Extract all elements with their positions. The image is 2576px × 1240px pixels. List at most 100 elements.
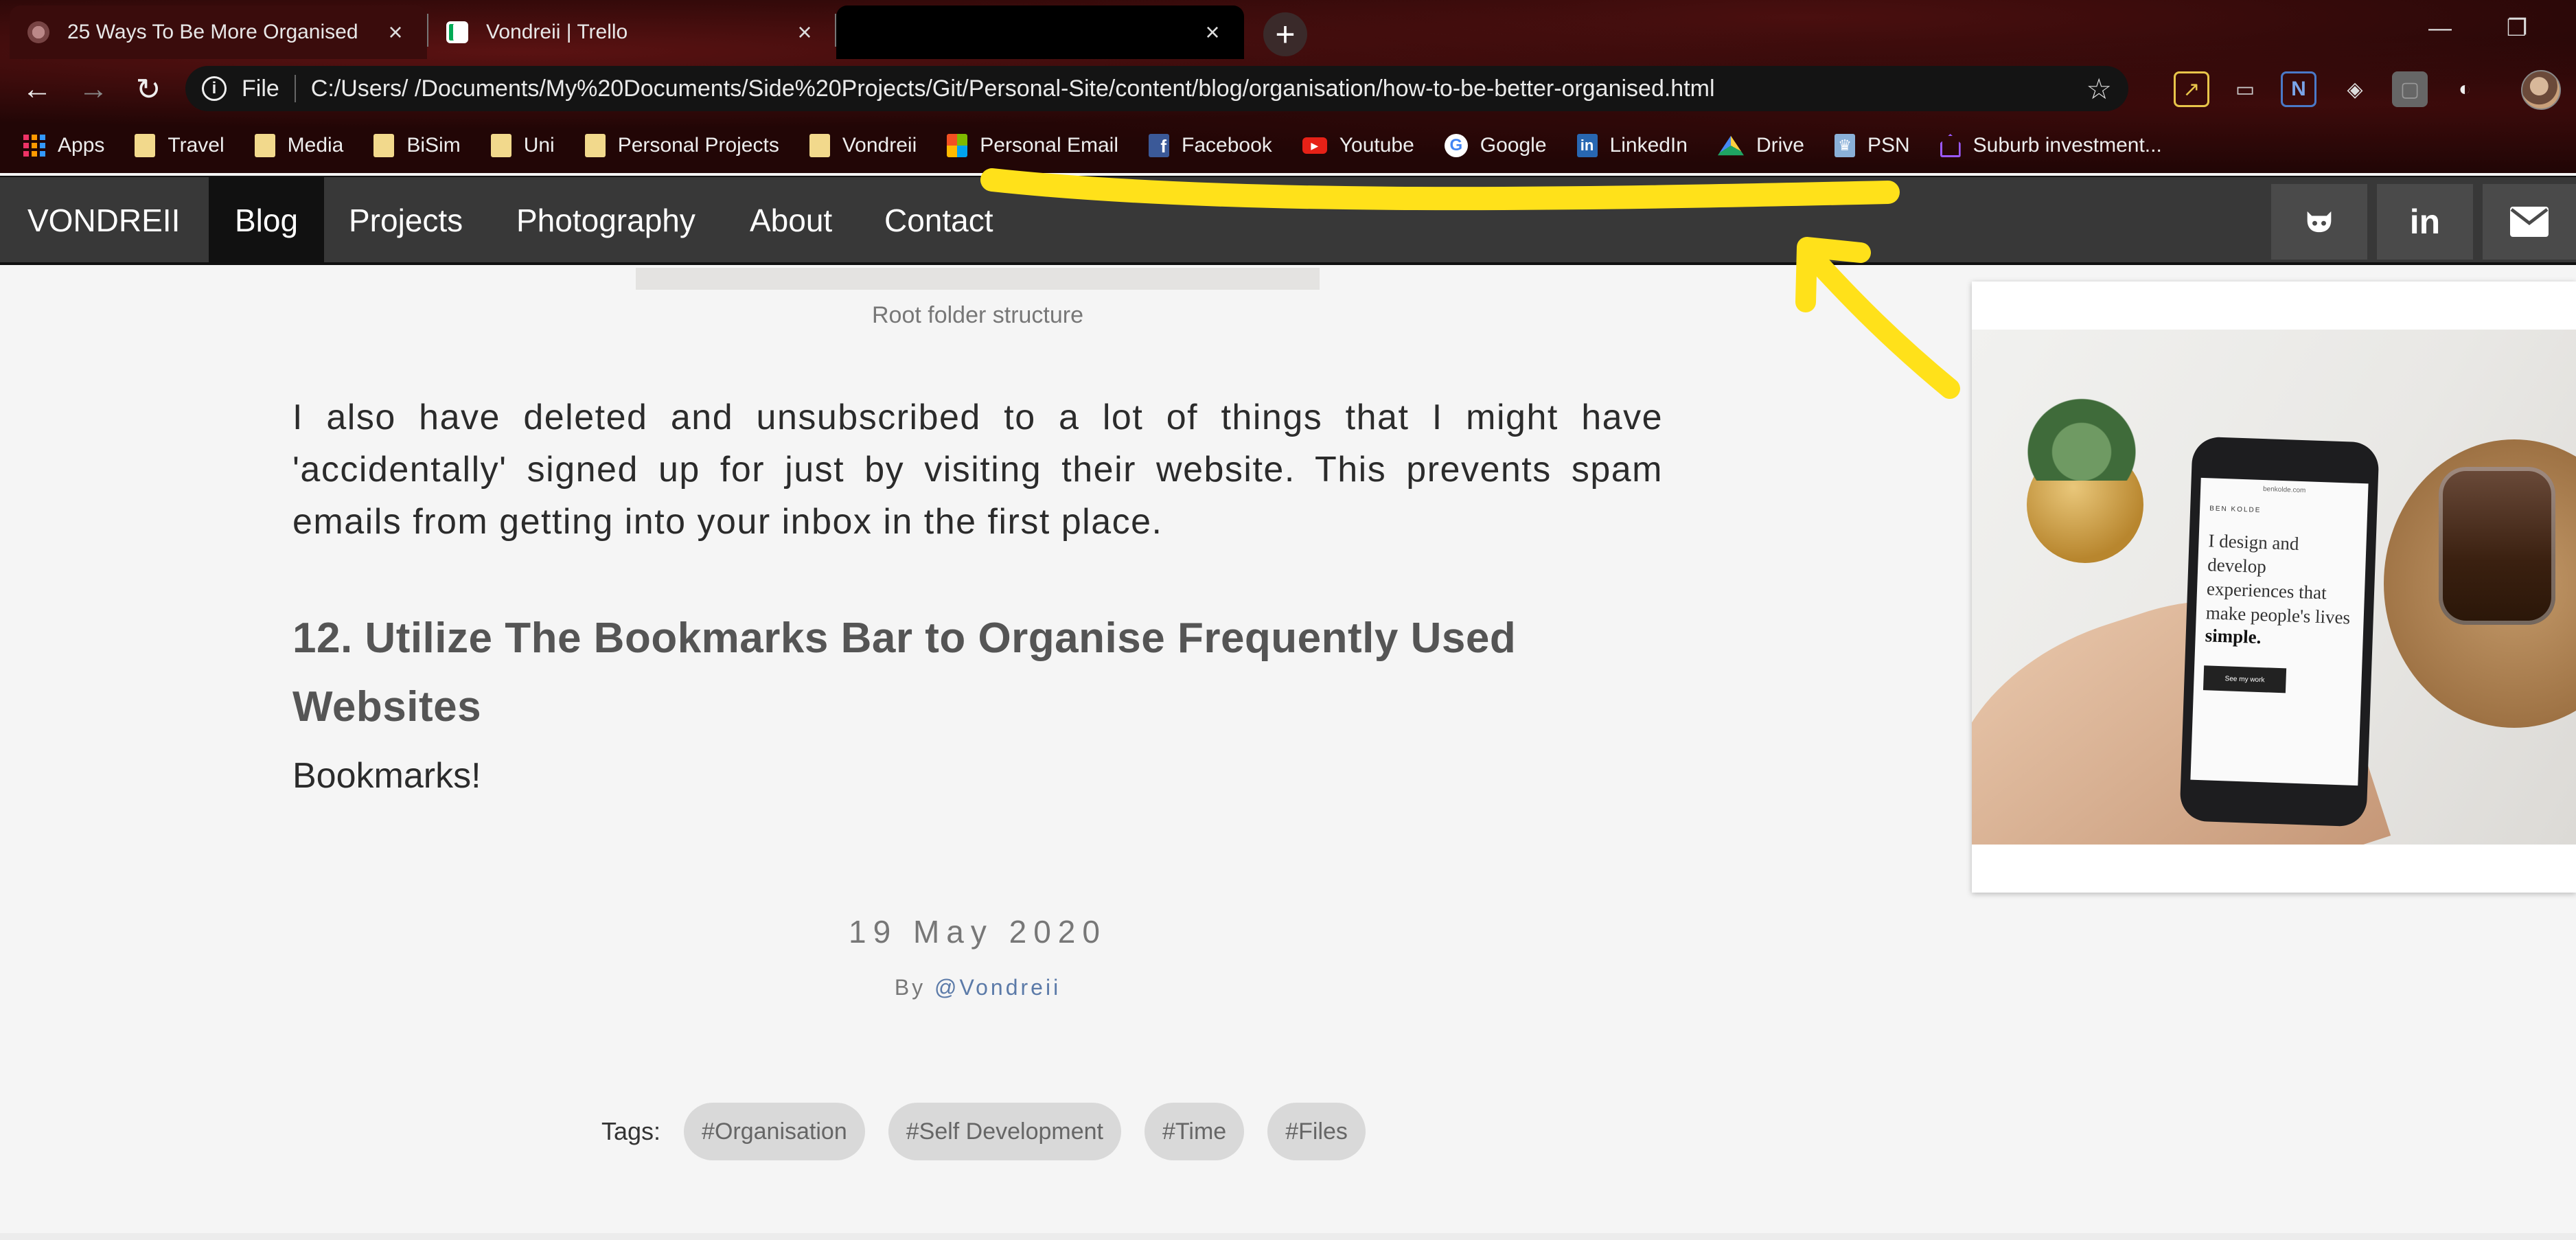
close-icon[interactable]: × [1199, 18, 1226, 46]
house-icon [1940, 134, 1961, 157]
nav-projects[interactable]: Projects [349, 177, 463, 264]
bookmark-label: Apps [58, 134, 105, 157]
trello-icon [446, 21, 468, 43]
linkedin-icon[interactable]: in [2377, 184, 2473, 260]
folder-icon [809, 134, 830, 157]
bookmark-drive[interactable]: Drive [1717, 134, 1804, 157]
bookmark-label: Media [287, 134, 344, 157]
github-icon[interactable] [2271, 184, 2367, 260]
bookmark-vondreii[interactable]: Vondreii [809, 134, 917, 157]
mail-icon[interactable] [2483, 184, 2576, 260]
new-tab-button[interactable]: + [1263, 12, 1307, 56]
folder-icon [135, 134, 156, 157]
bookmark-personal-email[interactable]: Personal Email [947, 134, 1118, 157]
bookmark-label: Facebook [1182, 134, 1272, 157]
phone-cta: See my work [2203, 665, 2287, 693]
extension-layers-icon[interactable]: ◈ [2337, 71, 2373, 107]
article-image-bottom [636, 268, 1320, 290]
bookmark-label: Uni [523, 134, 555, 157]
youtube-icon: ▶ [1302, 137, 1327, 154]
bookmark-label: Personal Projects [617, 134, 779, 157]
tag-organisation[interactable]: #Organisation [684, 1103, 865, 1160]
bookmark-media[interactable]: Media [254, 134, 344, 157]
extension-box-icon[interactable]: ▢ [2392, 71, 2428, 107]
tag-self-development[interactable]: #Self Development [888, 1103, 1122, 1160]
globe-icon [27, 21, 49, 43]
bookmark-label: Google [1480, 134, 1547, 157]
post-date: 19 May 2020 [849, 914, 1107, 950]
bookmark-psn[interactable]: ♛ PSN [1834, 134, 1910, 157]
address-bar[interactable]: i File C:/Users/ /Documents/My%20Documen… [185, 66, 2128, 111]
star-icon[interactable]: ☆ [2086, 72, 2112, 106]
bookmark-label: BiSim [406, 134, 461, 157]
browser-toolbar: ← → ↻ i File C:/Users/ /Documents/My%20D… [0, 59, 2576, 118]
phone-screen: benkolde.com BEN KOLDE I design and deve… [2190, 477, 2369, 786]
bookmarks-bar: Apps Travel Media BiSim Uni Personal Pro… [0, 118, 2576, 173]
site-brand[interactable]: VONDREII [27, 177, 180, 264]
restore-icon[interactable]: ❐ [2483, 4, 2551, 52]
google-icon: G [1444, 134, 1468, 157]
tab-trello[interactable]: Vondreii | Trello × [428, 5, 836, 59]
tab-title: Vondreii | Trello [486, 21, 628, 43]
bookmark-label: Travel [168, 134, 225, 157]
bookmark-youtube[interactable]: ▶ Youtube [1302, 134, 1414, 157]
tag-time[interactable]: #Time [1145, 1103, 1245, 1160]
bookmark-label: PSN [1867, 134, 1910, 157]
nav-blog[interactable]: Blog [209, 177, 324, 264]
profile-avatar[interactable] [2521, 70, 2561, 110]
bookmark-label: Vondreii [842, 134, 917, 157]
extension-cast-icon[interactable]: ▭ [2227, 71, 2263, 107]
bookmark-apps[interactable]: Apps [23, 134, 104, 157]
close-icon[interactable]: × [382, 18, 409, 46]
bookmark-travel[interactable]: Travel [135, 134, 225, 157]
tags-label: Tags: [601, 1117, 661, 1145]
bookmark-google[interactable]: G Google [1444, 134, 1547, 157]
extension-notion-icon[interactable]: N [2281, 71, 2316, 107]
nav-contact[interactable]: Contact [884, 177, 993, 264]
tag-files[interactable]: #Files [1267, 1103, 1366, 1160]
info-icon[interactable]: i [202, 76, 227, 101]
bookmark-label: Personal Email [980, 134, 1119, 157]
tags-row: Tags: #Organisation #Self Development #T… [601, 1103, 1389, 1160]
browser-chrome: 25 Ways To Be More Organised × Vondreii … [0, 0, 2576, 173]
folder-icon [490, 134, 511, 157]
forward-icon[interactable]: → [71, 67, 115, 111]
folder-icon [584, 134, 606, 157]
reload-icon[interactable]: ↻ [126, 67, 170, 111]
tab-strip: 25 Ways To Be More Organised × Vondreii … [0, 0, 2576, 59]
bookmark-label: Drive [1756, 134, 1804, 157]
linkedin-icon: in [1576, 134, 1598, 157]
phone-headline: I design and develop experiences that ma… [2205, 530, 2351, 628]
tab-title: 25 Ways To Be More Organised [67, 21, 358, 43]
scheme-label: File [242, 75, 279, 102]
phone-brand: BEN KOLDE [2209, 505, 2262, 514]
bookmark-linkedin[interactable]: in LinkedIn [1576, 134, 1688, 157]
bookmark-facebook[interactable]: f Facebook [1149, 134, 1272, 157]
url-text[interactable]: C:/Users/ /Documents/My%20Documents/Side… [311, 76, 2086, 102]
back-icon[interactable]: ← [15, 67, 59, 111]
bookmark-suburb-investment[interactable]: Suburb investment... [1940, 134, 2162, 157]
nav-photography[interactable]: Photography [516, 177, 695, 264]
nav-about[interactable]: About [750, 177, 832, 264]
succulent [2013, 384, 2150, 481]
tab-active[interactable]: 25 Ways To Be More Organised × [10, 5, 427, 59]
bookmark-bisim[interactable]: BiSim [373, 134, 461, 157]
facebook-icon: f [1149, 134, 1170, 157]
sidebar-card[interactable]: benkolde.com BEN KOLDE I design and deve… [1972, 282, 2576, 893]
tab-third[interactable]: × [836, 5, 1244, 59]
minimize-icon[interactable]: — [2406, 4, 2474, 52]
author-link[interactable]: @Vondreii [934, 975, 1061, 1000]
bookmark-personal-projects[interactable]: Personal Projects [584, 134, 779, 157]
bookmark-uni[interactable]: Uni [490, 134, 555, 157]
folder-icon [373, 134, 395, 157]
drive-icon [1717, 135, 1744, 156]
site-navbar: VONDREII Blog Projects Photography About… [0, 176, 2576, 265]
trophy-icon: ♛ [1834, 134, 1855, 157]
highlight-arrow-shaft [1802, 246, 1960, 399]
extension-edit-icon[interactable]: ↗ [2174, 71, 2209, 107]
post-byline: By @Vondreii [636, 975, 1320, 1000]
coffee-glass [2439, 467, 2555, 625]
close-icon[interactable]: × [791, 18, 818, 46]
extension-darkmode-icon[interactable]: ◐ [2447, 71, 2483, 107]
bookmark-label: LinkedIn [1609, 134, 1688, 157]
